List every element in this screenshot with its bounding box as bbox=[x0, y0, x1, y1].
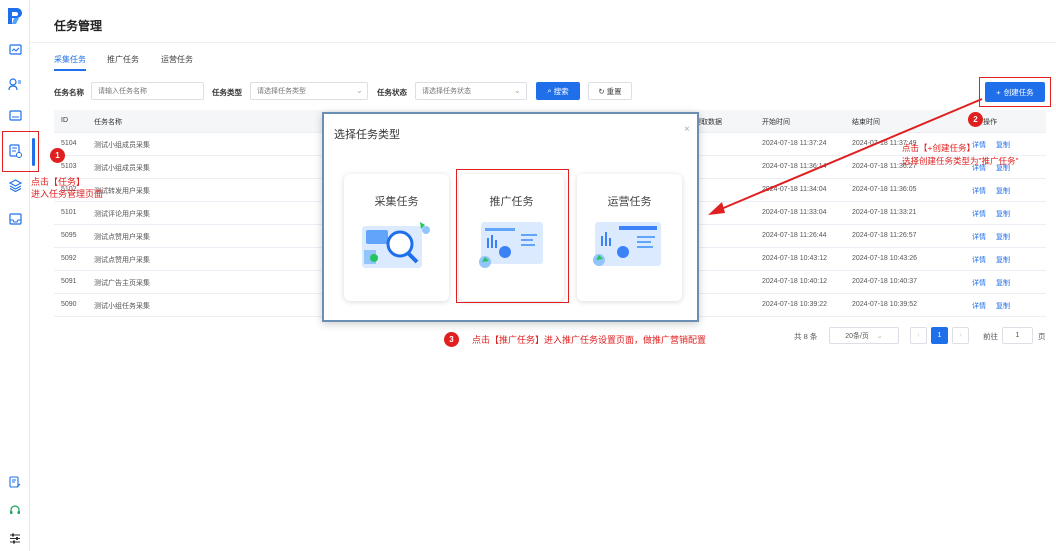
copy-link[interactable]: 复制 bbox=[996, 255, 1010, 265]
type-filter-label: 任务类型 bbox=[212, 88, 242, 97]
copy-link[interactable]: 复制 bbox=[996, 140, 1010, 150]
row-name: 测试点赞用户采集 bbox=[94, 257, 150, 264]
promote-card-highlight bbox=[456, 169, 569, 303]
inbox-icon[interactable] bbox=[7, 211, 23, 227]
app-logo-icon[interactable] bbox=[6, 6, 24, 26]
step3-text: 点击【推广任务】进入推广任务设置页面，做推广营销配置 bbox=[472, 335, 707, 345]
row-name: 测试小组成员采集 bbox=[94, 142, 150, 149]
chevron-right-icon: › bbox=[959, 332, 962, 339]
prev-page-button[interactable]: ‹ bbox=[910, 327, 927, 344]
step1-text-line2: 进入任务管理页面 bbox=[31, 189, 104, 199]
row-name: 测试小组成员采集 bbox=[94, 165, 150, 172]
per-page-select[interactable]: 20条/页 ⌄ bbox=[829, 327, 899, 344]
row-name: 测试小组任务采集 bbox=[94, 303, 150, 310]
modal-title: 选择任务类型 bbox=[334, 129, 400, 141]
collect-task-label: 采集任务 bbox=[374, 196, 419, 208]
status-filter-label: 任务状态 bbox=[377, 88, 407, 97]
user-icon[interactable] bbox=[7, 76, 23, 92]
name-filter-label: 任务名称 bbox=[54, 88, 84, 97]
copy-link[interactable]: 复制 bbox=[996, 278, 1010, 288]
search-button[interactable]: ⌕ 搜索 bbox=[536, 82, 580, 100]
detail-link[interactable]: 详情 bbox=[972, 255, 986, 265]
collect-illustration-icon bbox=[362, 222, 430, 268]
page-1-button[interactable]: 1 bbox=[931, 327, 948, 344]
row-end-time: 2024-07-18 10:43:26 bbox=[852, 255, 917, 262]
step1-badge: 1 bbox=[50, 148, 65, 163]
sidebar bbox=[0, 0, 35, 551]
operate-illustration-icon bbox=[593, 222, 661, 266]
tab-collect[interactable]: 采集任务 bbox=[54, 54, 86, 71]
row-end-time: 2024-07-18 10:39:52 bbox=[852, 301, 917, 308]
tab-promote[interactable]: 推广任务 bbox=[107, 54, 139, 65]
dashboard-icon[interactable] bbox=[7, 42, 23, 58]
detail-link[interactable]: 详情 bbox=[972, 278, 986, 288]
search-icon: ⌕ bbox=[547, 86, 552, 95]
row-name: 测试评论用户采集 bbox=[94, 211, 150, 218]
task-menu-highlight bbox=[2, 131, 39, 172]
row-name: 测试广告主页采集 bbox=[94, 280, 150, 287]
row-end-time: 2024-07-18 11:26:57 bbox=[852, 232, 917, 239]
operate-task-card[interactable]: 运营任务 bbox=[577, 174, 682, 301]
row-id: 5104 bbox=[61, 140, 77, 147]
headset-icon[interactable] bbox=[7, 502, 23, 518]
row-id: 5103 bbox=[61, 163, 77, 170]
detail-link[interactable]: 详情 bbox=[972, 232, 986, 242]
row-end-time: 2024-07-18 10:40:37 bbox=[852, 278, 917, 285]
step2-badge: 2 bbox=[968, 112, 983, 127]
edit-doc-icon[interactable] bbox=[7, 474, 23, 490]
pagination-total: 共 8 条 bbox=[794, 332, 818, 341]
page-title: 任务管理 bbox=[54, 19, 103, 33]
goto-page-input[interactable]: 1 bbox=[1002, 327, 1033, 344]
row-id: 5092 bbox=[61, 255, 77, 262]
copy-link[interactable]: 复制 bbox=[996, 186, 1010, 196]
close-icon[interactable]: × bbox=[684, 124, 690, 135]
row-id: 5091 bbox=[61, 278, 77, 285]
header-name: 任务名称 bbox=[94, 119, 122, 126]
type-filter-select[interactable] bbox=[250, 82, 368, 100]
reset-button-label: 重置 bbox=[606, 86, 622, 96]
chevron-down-icon: ⌄ bbox=[356, 86, 363, 95]
per-page-label: 20条/页 bbox=[845, 332, 869, 340]
step2-text-line1: 点击【+创建任务】 bbox=[902, 143, 975, 153]
next-page-button[interactable]: › bbox=[952, 327, 969, 344]
step2-text-line2: 选择创建任务类型为"推广任务" bbox=[902, 156, 1019, 166]
copy-link[interactable]: 复制 bbox=[996, 209, 1010, 219]
copy-link[interactable]: 复制 bbox=[996, 301, 1010, 311]
chevron-left-icon: ‹ bbox=[917, 332, 920, 339]
operate-task-label: 运营任务 bbox=[607, 196, 652, 208]
header-id: ID bbox=[61, 117, 68, 124]
row-start-time: 2024-07-18 10:43:12 bbox=[762, 255, 827, 262]
name-filter-input[interactable] bbox=[91, 82, 204, 100]
header-divider bbox=[30, 42, 1056, 43]
settings-sliders-icon[interactable] bbox=[7, 530, 23, 546]
reset-button[interactable]: ↻ 重置 bbox=[588, 82, 632, 100]
detail-link[interactable]: 详情 bbox=[972, 301, 986, 311]
row-id: 5090 bbox=[61, 301, 77, 308]
row-name: 测试点赞用户采集 bbox=[94, 234, 150, 241]
tab-operate[interactable]: 运营任务 bbox=[161, 54, 193, 65]
goto-label: 前往 bbox=[983, 332, 998, 341]
refresh-icon: ↻ bbox=[598, 86, 605, 96]
row-id: 5095 bbox=[61, 232, 77, 239]
monitor-icon[interactable] bbox=[7, 108, 23, 124]
chevron-down-icon: ⌄ bbox=[514, 86, 521, 95]
layers-icon[interactable] bbox=[7, 177, 23, 193]
step1-text-line1: 点击【任务】 bbox=[31, 177, 86, 187]
copy-link[interactable]: 复制 bbox=[996, 232, 1010, 242]
status-filter-select[interactable] bbox=[415, 82, 527, 100]
row-start-time: 2024-07-18 10:39:22 bbox=[762, 301, 827, 308]
chevron-down-icon: ⌄ bbox=[876, 332, 883, 340]
row-start-time: 2024-07-18 11:26:44 bbox=[762, 232, 827, 239]
search-button-label: 搜索 bbox=[553, 86, 569, 96]
step3-badge: 3 bbox=[444, 332, 459, 347]
row-id: 5101 bbox=[61, 209, 77, 216]
page-suffix: 页 bbox=[1038, 332, 1046, 341]
collect-task-card[interactable]: 采集任务 bbox=[344, 174, 449, 301]
row-start-time: 2024-07-18 10:40:12 bbox=[762, 278, 827, 285]
